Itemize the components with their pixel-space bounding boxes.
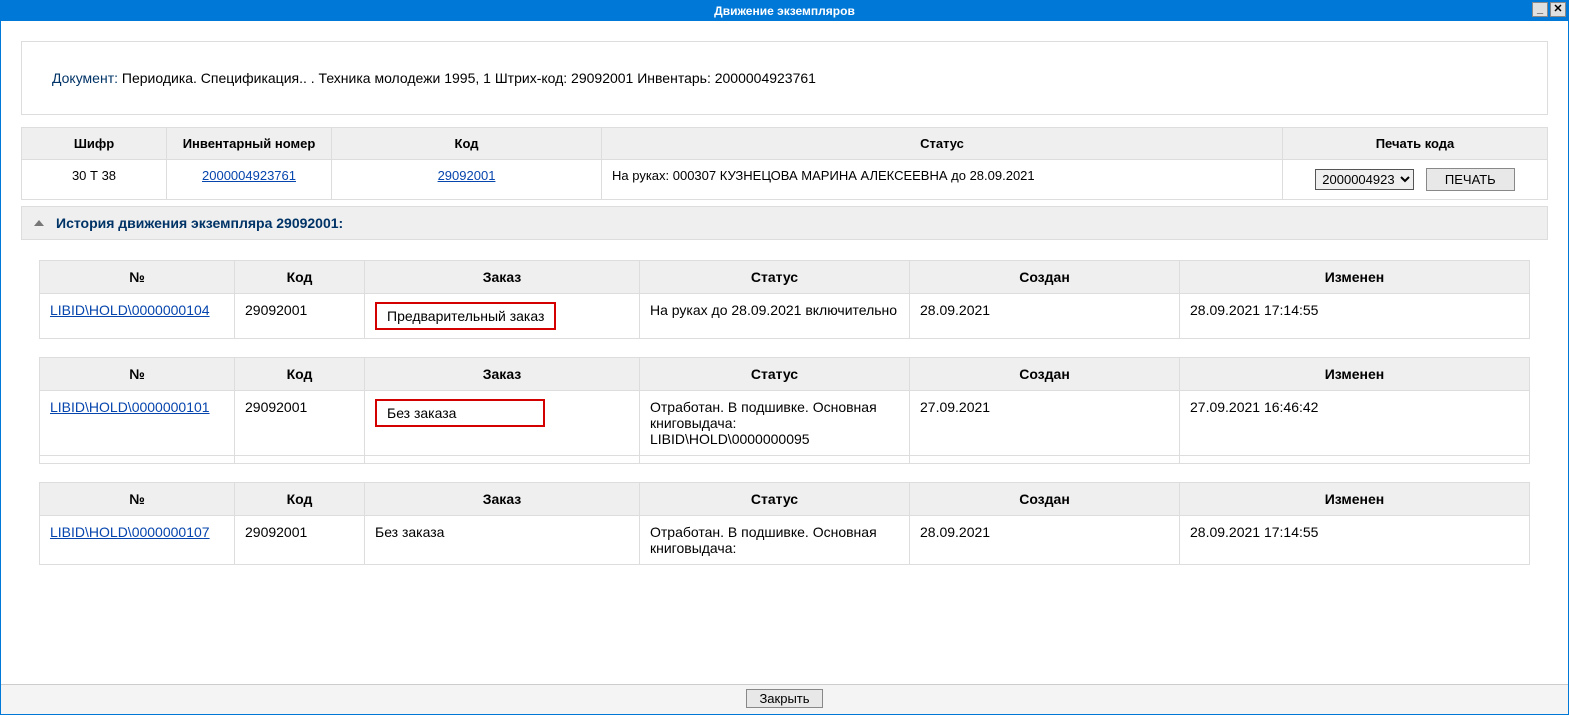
table-row: 30 Т 38 2000004923761 29092001 На руках:… [22,160,1548,200]
cell-created: 28.09.2021 [910,516,1180,565]
empty-row [40,456,1530,464]
cell-code: 29092001 [235,294,365,339]
cell-status: На руках до 28.09.2021 включительно [640,294,910,339]
cell-changed: 27.09.2021 16:46:42 [1180,391,1530,456]
print-select[interactable]: 2000004923 [1315,169,1414,190]
inventory-link[interactable]: 2000004923761 [202,168,296,183]
history-container: № Код Заказ Статус Создан Изменен LIBID\… [21,240,1548,565]
hold-link[interactable]: LIBID\HOLD\0000000104 [50,302,210,318]
header-status: Статус [640,483,910,516]
history-table: № Код Заказ Статус Создан Изменен LIBID\… [39,260,1530,339]
cell-cipher: 30 Т 38 [22,160,167,200]
cell-created: 28.09.2021 [910,294,1180,339]
document-info-box: Документ: Периодика. Спецификация.. . Те… [21,41,1548,115]
header-num: № [40,261,235,294]
cell-code: 29092001 [235,391,365,456]
cell-print: 2000004923 ПЕЧАТЬ [1283,160,1548,200]
header-status: Статус [640,261,910,294]
cell-num: LIBID\HOLD\0000000104 [40,294,235,339]
header-created: Создан [910,261,1180,294]
table-header-row: № Код Заказ Статус Создан Изменен [40,483,1530,516]
cell-status: Отработан. В подшивке. Основная книговыд… [640,516,910,565]
accordion-title: История движения экземпляра 29092001: [56,215,343,231]
cell-status: Отработан. В подшивке. Основная книговыд… [640,391,910,456]
cell-order: Предварительный заказ [365,294,640,339]
close-button[interactable]: ✕ [1550,2,1566,17]
cell-num: LIBID\HOLD\0000000101 [40,391,235,456]
cell-order: Без заказа [365,391,640,456]
order-highlight: Без заказа [375,399,545,427]
header-status: Статус [640,358,910,391]
history-table: № Код Заказ Статус Создан Изменен LIBID\… [39,357,1530,464]
header-changed: Изменен [1180,483,1530,516]
table-header-row: Шифр Инвентарный номер Код Статус Печать… [22,128,1548,160]
window-title: Движение экземпляров [714,4,855,18]
cell-code: 29092001 [235,516,365,565]
cell-changed: 28.09.2021 17:14:55 [1180,516,1530,565]
table-row: LIBID\HOLD\0000000101 29092001 Без заказ… [40,391,1530,456]
minimize-button[interactable]: _ [1532,2,1548,17]
header-code: Код [235,261,365,294]
history-table: № Код Заказ Статус Создан Изменен LIBID\… [39,482,1530,565]
header-order: Заказ [365,358,640,391]
footer-bar: Закрыть [1,684,1568,714]
table-row: LIBID\HOLD\0000000104 29092001 Предварит… [40,294,1530,339]
window: Движение экземпляров _ ✕ Документ: Перио… [0,0,1569,715]
close-button-footer[interactable]: Закрыть [746,689,822,708]
header-code: Код [235,483,365,516]
main-table: Шифр Инвентарный номер Код Статус Печать… [21,127,1548,200]
cell-changed: 28.09.2021 17:14:55 [1180,294,1530,339]
title-bar: Движение экземпляров _ ✕ [1,1,1568,21]
header-code: Код [332,128,602,160]
scroll-content[interactable]: Документ: Периодика. Спецификация.. . Те… [1,21,1568,684]
document-label: Документ: [52,70,118,86]
header-created: Создан [910,358,1180,391]
triangle-up-icon [34,220,44,226]
header-print: Печать кода [1283,128,1548,160]
header-num: № [40,483,235,516]
table-header-row: № Код Заказ Статус Создан Изменен [40,261,1530,294]
cell-num: LIBID\HOLD\0000000107 [40,516,235,565]
header-cipher: Шифр [22,128,167,160]
cell-order: Без заказа [365,516,640,565]
header-num: № [40,358,235,391]
header-order: Заказ [365,261,640,294]
header-changed: Изменен [1180,358,1530,391]
order-highlight: Предварительный заказ [375,302,556,330]
cell-inventory: 2000004923761 [167,160,332,200]
table-row: LIBID\HOLD\0000000107 29092001 Без заказ… [40,516,1530,565]
header-changed: Изменен [1180,261,1530,294]
accordion-header[interactable]: История движения экземпляра 29092001: [21,206,1548,240]
header-status: Статус [602,128,1283,160]
document-text: Периодика. Спецификация.. . Техника моло… [118,70,816,86]
code-link[interactable]: 29092001 [438,168,496,183]
header-code: Код [235,358,365,391]
cell-status: На руках: 000307 КУЗНЕЦОВА МАРИНА АЛЕКСЕ… [602,160,1283,200]
content-inner: Документ: Периодика. Спецификация.. . Те… [1,21,1568,593]
hold-link[interactable]: LIBID\HOLD\0000000101 [50,399,210,415]
window-controls: _ ✕ [1532,2,1566,17]
table-header-row: № Код Заказ Статус Создан Изменен [40,358,1530,391]
cell-code: 29092001 [332,160,602,200]
print-button[interactable]: ПЕЧАТЬ [1426,168,1515,191]
cell-created: 27.09.2021 [910,391,1180,456]
hold-link[interactable]: LIBID\HOLD\0000000107 [50,524,210,540]
header-inventory: Инвентарный номер [167,128,332,160]
header-order: Заказ [365,483,640,516]
header-created: Создан [910,483,1180,516]
